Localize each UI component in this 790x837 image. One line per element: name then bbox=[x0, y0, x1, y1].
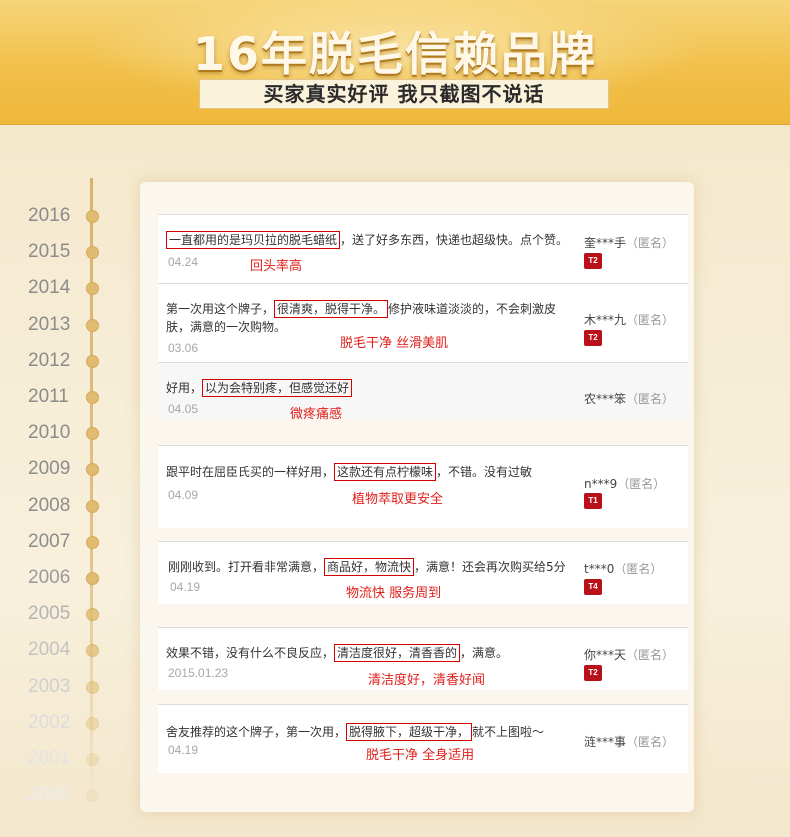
reviewer-name: 农***笨（匿名） bbox=[584, 392, 675, 406]
timeline-dot bbox=[86, 608, 99, 622]
review-text: 效果不错，没有什么不良反应， 清洁度很好，清香香的 ，满意。 bbox=[166, 644, 509, 662]
review-card: 一直都用的是玛贝拉的脱毛蜡纸 ，送了好多东西，快递也超级快。点个赞。 04.24 … bbox=[158, 214, 688, 283]
review-date: 2015.01.23 bbox=[168, 666, 229, 680]
review-date: 04.05 bbox=[168, 402, 199, 416]
review-annotation: 清洁度好，清香好闻 bbox=[368, 673, 486, 688]
review-annotation: 植物萃取更安全 bbox=[352, 492, 444, 507]
timeline-dot bbox=[86, 499, 99, 513]
timeline-dot bbox=[86, 680, 99, 694]
review-date: 04.19 bbox=[168, 743, 199, 757]
review-highlight: 商品好，物流快 bbox=[324, 558, 415, 576]
review-annotation: 脱毛干净 全身适用 bbox=[366, 748, 475, 763]
review-card: 跟平时在屈臣氏买的一样好用， 这款还有点柠檬味 ，不错。没有过敏 04.09 植物萃… bbox=[158, 445, 688, 528]
reviewer-name: t***0（匿名） bbox=[584, 562, 663, 576]
review-card: 好用， 以为会特别疼，但感觉还好 04.05 微疼痛感 农***笨（匿名） bbox=[158, 362, 688, 422]
reviewer-level-badge: T2 bbox=[584, 253, 602, 269]
timeline-dot bbox=[86, 427, 99, 441]
timeline-dot bbox=[86, 789, 99, 803]
timeline-line bbox=[90, 178, 93, 808]
timeline-year: 2010 bbox=[28, 422, 71, 444]
review-highlight: 很清爽，脱得干净。 bbox=[274, 300, 389, 318]
reviewer-name: 涟***事（匿名） bbox=[584, 735, 675, 749]
timeline-dot bbox=[86, 210, 99, 223]
timeline-year: 2016 bbox=[28, 205, 71, 226]
timeline-year: 2009 bbox=[28, 458, 71, 480]
review-annotation: 微疼痛感 bbox=[290, 407, 343, 422]
timeline-dot bbox=[86, 463, 99, 477]
banner-title: 16年脱毛信赖品牌 bbox=[192, 27, 597, 81]
review-card: 第一次用这个牌子， 很清爽，脱得干净。 修护液味道淡淡的，不会刺激皮肤，满意的一次购… bbox=[158, 283, 688, 362]
review-annotation: 回头率高 bbox=[250, 259, 303, 274]
reviewer-level-badge: T2 bbox=[584, 330, 602, 346]
timeline-dot bbox=[86, 716, 99, 730]
review-text: 第一次用这个牌子， 很清爽，脱得干净。 修护液味道淡淡的，不会刺激皮肤，满意的一次购… bbox=[166, 300, 557, 334]
reviewer-name: 木***九（匿名） bbox=[584, 313, 675, 327]
review-text: 刚刚收到。打开看非常满意， 商品好，物流快 ，满意！还会再次购买给5分 bbox=[168, 558, 566, 576]
timeline-year: 2013 bbox=[28, 313, 71, 335]
timeline-year: 2000 bbox=[28, 784, 71, 806]
review-date: 03.06 bbox=[168, 341, 199, 355]
review-highlight: 以为会特别疼，但感觉还好 bbox=[202, 379, 353, 397]
timeline-year: 2006 bbox=[28, 567, 71, 588]
review-text: 一直都用的是玛贝拉的脱毛蜡纸 ，送了好多东西，快递也超级快。点个赞。 bbox=[166, 231, 576, 249]
timeline-year: 2012 bbox=[28, 349, 71, 371]
timeline-dot bbox=[86, 282, 99, 296]
reviewer-level-badge: T1 bbox=[584, 493, 602, 509]
timeline-year: 2015 bbox=[28, 241, 71, 263]
reviewer-level-badge: T2 bbox=[584, 665, 602, 681]
review-text: 舍友推荐的这个牌子，第一次用， 脱得腋下，超级干净， 就不上图啦～ bbox=[166, 723, 545, 741]
timeline-year: 2003 bbox=[28, 675, 71, 697]
review-date: 04.24 bbox=[168, 255, 199, 269]
timeline-year: 2002 bbox=[28, 711, 71, 733]
timeline-dot bbox=[86, 391, 99, 404]
header-banner: 16年脱毛信赖品牌 买家真实好评 我只截图不说话 bbox=[0, 0, 790, 125]
review-highlight: 脱得腋下，超级干净， bbox=[346, 723, 473, 741]
review-annotation: 物流快 服务周到 bbox=[346, 586, 442, 601]
review-text: 跟平时在屈臣氏买的一样好用， 这款还有点柠檬味 ，不错。没有过敏 bbox=[166, 463, 533, 481]
review-highlight: 这款还有点柠檬味 bbox=[334, 463, 437, 481]
banner-subtitle: 买家真实好评 我只截图不说话 bbox=[199, 79, 609, 109]
reviewer-level-badge: T4 bbox=[584, 579, 602, 595]
review-text: 好用， 以为会特别疼，但感觉还好 bbox=[166, 379, 576, 397]
timeline-dot bbox=[86, 753, 99, 766]
timeline-year: 2001 bbox=[28, 748, 71, 769]
timeline-year: 2007 bbox=[28, 530, 71, 552]
timeline-year: 2005 bbox=[28, 603, 71, 625]
timeline-dot bbox=[86, 246, 99, 260]
review-annotation: 脱毛干净 丝滑美肌 bbox=[340, 336, 449, 351]
timeline-dot bbox=[86, 535, 99, 549]
reviewer-name: 你***天（匿名） bbox=[584, 648, 675, 662]
timeline-dot bbox=[86, 318, 99, 332]
timeline-year: 2008 bbox=[28, 494, 71, 516]
reviewer-name: n***9（匿名） bbox=[584, 477, 666, 491]
review-card: 舍友推荐的这个牌子，第一次用， 脱得腋下，超级干净， 就不上图啦～ 04.19 脱毛… bbox=[158, 704, 688, 773]
timeline-year: 2004 bbox=[28, 639, 71, 661]
timeline-year: 2014 bbox=[28, 277, 71, 299]
timeline-dot bbox=[86, 644, 99, 658]
timeline-dot bbox=[86, 572, 99, 585]
timeline-year: 2011 bbox=[28, 386, 69, 407]
review-card: 效果不错，没有什么不良反应， 清洁度很好，清香香的 ，满意。 2015.01.23 … bbox=[158, 627, 688, 690]
review-date: 04.09 bbox=[168, 488, 199, 502]
review-card: 刚刚收到。打开看非常满意， 商品好，物流快 ，满意！还会再次购买给5分 04.19 … bbox=[158, 541, 688, 604]
review-date: 04.19 bbox=[170, 580, 201, 594]
timeline-dot bbox=[86, 354, 99, 368]
review-highlight: 清洁度很好，清香香的 bbox=[334, 644, 461, 662]
reviewer-name: 奎***手（匿名） bbox=[584, 236, 675, 250]
review-highlight: 一直都用的是玛贝拉的脱毛蜡纸 bbox=[166, 231, 341, 249]
